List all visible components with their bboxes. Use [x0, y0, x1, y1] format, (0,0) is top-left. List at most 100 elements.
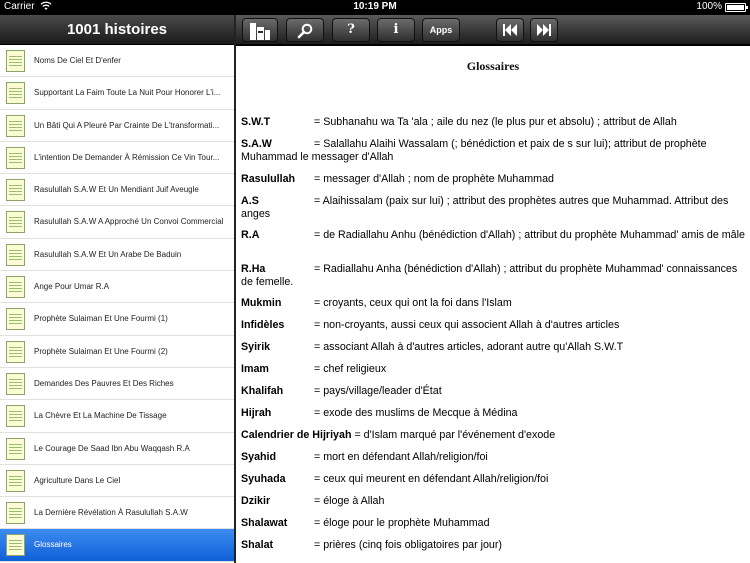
document-icon	[6, 405, 25, 428]
glossary-definition: = chef religieux	[313, 363, 387, 375]
document-icon	[6, 437, 25, 460]
status-bar: Carrier 10:19 PM 100%	[0, 0, 750, 15]
list-item[interactable]: Rasulullah S.A.W Et Un Mendiant Juif Ave…	[0, 174, 234, 207]
glossary-term: Hijrah	[241, 407, 272, 419]
glossary-entry: Syuhada = ceux qui meurent en défendant …	[241, 473, 746, 486]
info-button[interactable]: i	[377, 18, 415, 42]
document-icon	[6, 469, 25, 492]
glossary-term: R.A	[241, 229, 260, 241]
list-item[interactable]: La Dernière Révélation À Rasulullah S.A.…	[0, 497, 234, 530]
glossary-content: Glossaires S.W.T = Subhanahu wa Ta 'ala …	[236, 46, 750, 563]
glossary-term: Rasulullah	[241, 173, 296, 185]
glossary-term: Syuhada	[241, 473, 286, 485]
glossary-entry: Shalat = prières (cinq fois obligatoires…	[241, 539, 746, 552]
glossary-term: Dzikir	[241, 495, 271, 507]
glossary-definition: = d'Islam marqué par l'événement d'exode	[354, 429, 556, 441]
list-item[interactable]: Rasulullah S.A.W A Approché Un Convoi Co…	[0, 206, 234, 239]
list-item-label: Ange Pour Umar R.A	[34, 282, 110, 292]
sidebar-title: 1001 histoires	[0, 15, 234, 45]
list-item[interactable]: La Chèvre Et La Machine De Tissage	[0, 400, 234, 433]
list-item-label: Rasulullah S.A.W Et Un Arabe De Baduin	[34, 249, 182, 259]
list-item[interactable]: Prophète Sulaiman Et Une Fourmi (2)	[0, 336, 234, 368]
list-item-label: Prophète Sulaiman Et Une Fourmi (2)	[34, 346, 168, 356]
battery-percent: 100%	[696, 1, 722, 12]
skip-back-icon	[497, 23, 523, 37]
glossary-definition: = Salallahu Alaihi Wassalam (; bénédicti…	[241, 138, 707, 163]
list-item[interactable]: Supportant La Faim Toute La Nuit Pour Ho…	[0, 77, 234, 110]
library-button[interactable]	[242, 18, 278, 42]
list-item[interactable]: Un Bâti Qui A Pleuré Par Crainte De L'tr…	[0, 110, 234, 142]
glossary-definition: = exode des muslims de Mecque à Médina	[313, 407, 518, 419]
glossary-term: Syahid	[241, 451, 277, 463]
story-sidebar: 1001 histoires Noms De Ciel Et D'enfer Su…	[0, 15, 234, 563]
document-icon	[6, 502, 25, 525]
glossary-entry: S.W.T = Subhanahu wa Ta 'ala ; aile du n…	[241, 116, 746, 129]
glossary-definition: = Alaihissalam (paix sur lui) ; attribut…	[241, 195, 729, 220]
list-item[interactable]: Noms De Ciel Et D'enfer	[0, 45, 234, 78]
list-item[interactable]: Ange Pour Umar R.A	[0, 271, 234, 304]
library-icon	[243, 23, 277, 40]
document-icon	[6, 82, 25, 105]
list-item[interactable]: Glossaires	[0, 529, 234, 562]
glossary-definition: = associant Allah à d'autres articles, a…	[313, 341, 624, 353]
document-icon	[6, 179, 25, 202]
glossary-definition: = non-croyants, aussi ceux qui associent…	[313, 319, 620, 331]
next-button[interactable]	[530, 18, 558, 42]
page-title: Glossaires	[466, 59, 520, 73]
list-item-label: Prophète Sulaiman Et Une Fourmi (1)	[34, 314, 168, 324]
glossary-term: Calendrier de Hijriyah	[241, 429, 352, 441]
glossary-entry: Syahid = mort en défendant Allah/religio…	[241, 451, 746, 464]
glossary-entry: R.Ha = Radiallahu Anha (bénédiction d'Al…	[241, 263, 746, 288]
glossary-term: Imam	[241, 363, 269, 375]
list-item-label: Glossaires	[34, 540, 72, 550]
glossary-entry: Syirik = associant Allah à d'autres arti…	[241, 341, 746, 354]
list-item-label: Rasulullah S.A.W Et Un Mendiant Juif Ave…	[34, 185, 199, 195]
document-icon	[6, 276, 25, 299]
glossary-term: A.S	[241, 195, 259, 207]
glossary-definition: = pays/village/leader d'État	[313, 385, 442, 397]
list-item-label: Rasulullah S.A.W A Approché Un Convoi Co…	[34, 217, 224, 227]
glossary-definition: = prières (cinq fois obligatoires par jo…	[313, 539, 502, 551]
apps-button[interactable]: Apps	[422, 18, 460, 42]
glossary-entry: R.A = de Radiallahu Anhu (bénédiction d'…	[241, 229, 746, 242]
glossary-term: S.A.W	[241, 138, 272, 150]
help-button[interactable]: ?	[332, 18, 370, 42]
document-icon	[6, 146, 25, 169]
document-icon	[6, 308, 25, 331]
toolbar: ? i Apps	[236, 15, 750, 45]
glossary-term: Mukmin	[241, 297, 282, 309]
list-item[interactable]: Demandes Des Pauvres Et Des Riches	[0, 368, 234, 401]
glossary-entry: Dzikir = éloge à Allah	[241, 495, 746, 508]
list-item-label: Supportant La Faim Toute La Nuit Pour Ho…	[34, 88, 221, 98]
document-icon	[6, 372, 25, 395]
list-item-label: La Chèvre Et La Machine De Tissage	[34, 411, 167, 421]
glossary-term: Shalawat	[241, 517, 288, 529]
glossary-definition: = croyants, ceux qui ont la foi dans l'I…	[313, 297, 512, 309]
document-icon	[6, 534, 25, 557]
glossary-definition: = Radiallahu Anha (bénédiction d'Allah) …	[241, 263, 738, 288]
glossary-term: Infidèles	[241, 319, 285, 331]
list-item-label: Le Courage De Saad Ibn Abu Waqqash R.A	[34, 443, 190, 453]
list-item[interactable]: L'intention De Demander À Rémission Ce V…	[0, 142, 234, 175]
list-item-label: La Dernière Révélation À Rasulullah S.A.…	[34, 508, 188, 518]
glossary-definition: = mort en défendant Allah/religion/foi	[313, 451, 488, 463]
list-item[interactable]: Le Courage De Saad Ibn Abu Waqqash R.A	[0, 433, 234, 465]
glossary-term: S.W.T	[241, 116, 271, 128]
glossary-entry: Infidèles = non-croyants, aussi ceux qui…	[241, 319, 746, 332]
list-item-label: Demandes Des Pauvres Et Des Riches	[34, 378, 174, 388]
glossary-term: R.Ha	[241, 263, 266, 275]
list-item[interactable]: Agriculture Dans Le Ciel	[0, 465, 234, 498]
list-item[interactable]: Prophète Sulaiman Et Une Fourmi (1)	[0, 303, 234, 336]
glossary-entry: S.A.W = Salallahu Alaihi Wassalam (; bén…	[241, 138, 746, 163]
glossary-entry: Khalifah = pays/village/leader d'État	[241, 385, 746, 398]
list-item-label: Un Bâti Qui A Pleuré Par Crainte De L'tr…	[34, 120, 220, 130]
glossary-term: Khalifah	[241, 385, 284, 397]
list-item[interactable]: Rasulullah S.A.W Et Un Arabe De Baduin	[0, 239, 234, 272]
search-button[interactable]	[286, 18, 324, 42]
document-icon	[6, 340, 25, 363]
glossary-entry: Mukmin = croyants, ceux qui ont la foi d…	[241, 297, 746, 310]
list-item-label: Agriculture Dans Le Ciel	[34, 475, 121, 485]
previous-button[interactable]	[496, 18, 524, 42]
glossary-entry: Calendrier de Hijriyah = d'Islam marqué …	[241, 429, 746, 442]
document-icon	[6, 114, 25, 137]
